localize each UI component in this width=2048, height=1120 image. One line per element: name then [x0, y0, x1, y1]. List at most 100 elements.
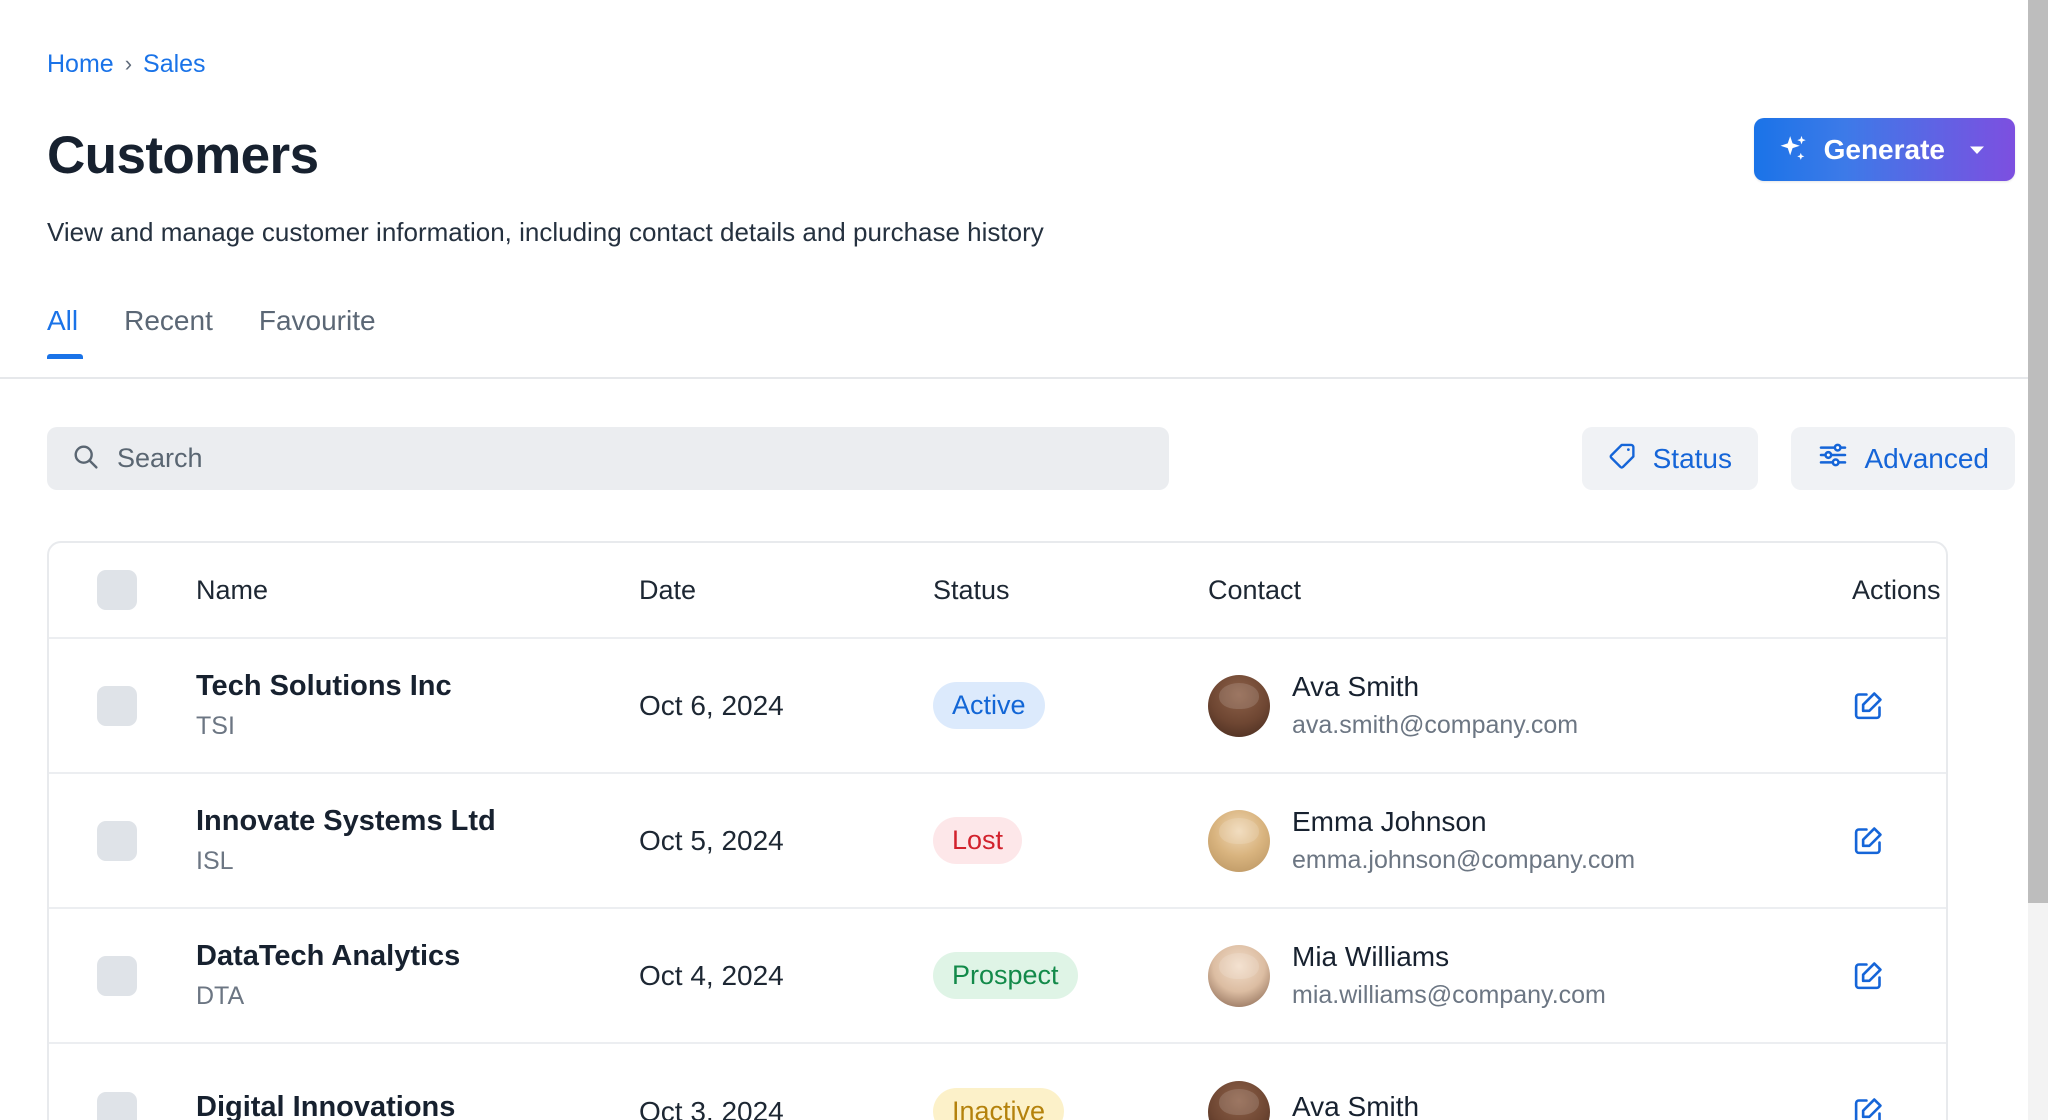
breadcrumb-item-home[interactable]: Home: [47, 52, 114, 77]
row-select-cell: [49, 821, 196, 861]
table-header-select: [49, 570, 196, 610]
contact-name: Mia Williams: [1292, 941, 1606, 973]
more-vertical-icon[interactable]: [1947, 689, 1948, 722]
cell-contact: Ava Smith: [1208, 1081, 1828, 1120]
table-row[interactable]: Tech Solutions Inc TSI Oct 6, 2024 Activ…: [49, 639, 1946, 774]
status-badge: Prospect: [933, 952, 1078, 1000]
cell-status: Inactive: [933, 1088, 1208, 1120]
table-row[interactable]: Digital Innovations Oct 3, 2024 Inactive…: [49, 1044, 1946, 1120]
sliders-icon: [1817, 439, 1849, 478]
tab-all-label: All: [47, 305, 78, 336]
cell-date: Oct 5, 2024: [639, 825, 933, 857]
avatar: [1208, 945, 1270, 1007]
avatar: [1208, 1081, 1270, 1120]
cell-name: DataTech Analytics DTA: [196, 940, 639, 1010]
cell-status: Lost: [933, 817, 1208, 865]
search-input[interactable]: [117, 443, 1145, 474]
page-subtitle: View and manage customer information, in…: [47, 215, 1044, 250]
cell-actions: [1828, 1095, 1948, 1120]
row-checkbox[interactable]: [97, 956, 137, 996]
row-select-cell: [49, 686, 196, 726]
cell-status: Active: [933, 682, 1208, 730]
column-header-contact[interactable]: Contact: [1208, 575, 1828, 606]
contact-email: emma.johnson@company.com: [1292, 846, 1635, 875]
generate-button[interactable]: Generate: [1754, 118, 2015, 181]
advanced-filter-button[interactable]: Advanced: [1791, 427, 2015, 490]
customer-code: ISL: [196, 847, 639, 876]
breadcrumb-item-sales[interactable]: Sales: [143, 52, 206, 77]
customer-name: Tech Solutions Inc: [196, 670, 639, 703]
tab-recent-label: Recent: [124, 305, 213, 336]
row-select-cell: [49, 956, 196, 996]
cell-date: Oct 6, 2024: [639, 690, 933, 722]
customer-name: Digital Innovations: [196, 1091, 639, 1120]
cell-name: Digital Innovations: [196, 1091, 639, 1120]
contact-name: Ava Smith: [1292, 671, 1578, 703]
sparkles-icon: [1776, 133, 1810, 167]
contact-name: Emma Johnson: [1292, 806, 1635, 838]
page-scrollbar-track[interactable]: [2028, 0, 2048, 1120]
customers-page: Home › Sales Customers View and manage c…: [0, 0, 2048, 1120]
contact-name: Ava Smith: [1292, 1091, 1419, 1120]
search-icon: [71, 442, 100, 476]
cell-contact: Ava Smith ava.smith@company.com: [1208, 671, 1828, 740]
customer-code: TSI: [196, 712, 639, 741]
customer-name: Innovate Systems Ltd: [196, 805, 639, 838]
tabs: All Recent Favourite: [41, 305, 399, 359]
edit-square-icon[interactable]: [1852, 689, 1885, 722]
cell-contact: Mia Williams mia.williams@company.com: [1208, 941, 1828, 1010]
page-scrollbar-thumb[interactable]: [2028, 0, 2048, 903]
column-header-name[interactable]: Name: [196, 575, 639, 606]
status-filter-button[interactable]: Status: [1582, 427, 1758, 490]
advanced-filter-label: Advanced: [1864, 443, 1989, 475]
avatar: [1208, 810, 1270, 872]
chevron-down-icon[interactable]: [1965, 138, 1989, 162]
status-badge: Lost: [933, 817, 1022, 865]
cell-name: Tech Solutions Inc TSI: [196, 670, 639, 740]
column-header-actions: Actions: [1828, 575, 1946, 606]
generate-button-label: Generate: [1824, 134, 1945, 166]
customers-table: Name Date Status Contact Actions Tech So…: [47, 541, 1948, 1120]
column-header-status[interactable]: Status: [933, 575, 1208, 606]
cell-date: Oct 4, 2024: [639, 960, 933, 992]
cell-name: Innovate Systems Ltd ISL: [196, 805, 639, 875]
edit-square-icon[interactable]: [1852, 959, 1885, 992]
more-vertical-icon[interactable]: [1947, 1095, 1948, 1120]
customer-name: DataTech Analytics: [196, 940, 639, 973]
cell-date: Oct 3, 2024: [639, 1096, 933, 1120]
cell-actions: [1828, 689, 1948, 722]
more-vertical-icon[interactable]: [1947, 824, 1948, 857]
cell-status: Prospect: [933, 952, 1208, 1000]
chevron-right-icon: ›: [125, 53, 132, 75]
contact-email: ava.smith@company.com: [1292, 711, 1578, 740]
more-vertical-icon[interactable]: [1947, 959, 1948, 992]
status-filter-label: Status: [1653, 443, 1732, 475]
row-checkbox[interactable]: [97, 821, 137, 861]
tab-favourite[interactable]: Favourite: [236, 305, 399, 359]
status-badge: Inactive: [933, 1088, 1064, 1120]
cell-contact: Emma Johnson emma.johnson@company.com: [1208, 806, 1828, 875]
table-row[interactable]: Innovate Systems Ltd ISL Oct 5, 2024 Los…: [49, 774, 1946, 909]
tabs-divider: [0, 377, 2028, 379]
cell-actions: [1828, 959, 1948, 992]
table-row[interactable]: DataTech Analytics DTA Oct 4, 2024 Prosp…: [49, 909, 1946, 1044]
table-header-row: Name Date Status Contact Actions: [49, 543, 1946, 639]
contact-email: mia.williams@company.com: [1292, 981, 1606, 1010]
edit-square-icon[interactable]: [1852, 1095, 1885, 1120]
customer-code: DTA: [196, 982, 639, 1011]
page-title: Customers: [47, 127, 318, 185]
tab-recent[interactable]: Recent: [101, 305, 236, 359]
row-select-cell: [49, 1092, 196, 1120]
row-checkbox[interactable]: [97, 686, 137, 726]
status-badge: Active: [933, 682, 1045, 730]
row-checkbox[interactable]: [97, 1092, 137, 1120]
column-header-date[interactable]: Date: [639, 575, 933, 606]
tab-all[interactable]: All: [41, 305, 101, 359]
select-all-checkbox[interactable]: [97, 570, 137, 610]
edit-square-icon[interactable]: [1852, 824, 1885, 857]
search-box[interactable]: [47, 427, 1169, 490]
tag-icon: [1608, 440, 1638, 477]
avatar: [1208, 675, 1270, 737]
breadcrumb: Home › Sales: [47, 52, 206, 77]
tab-favourite-label: Favourite: [259, 305, 376, 336]
